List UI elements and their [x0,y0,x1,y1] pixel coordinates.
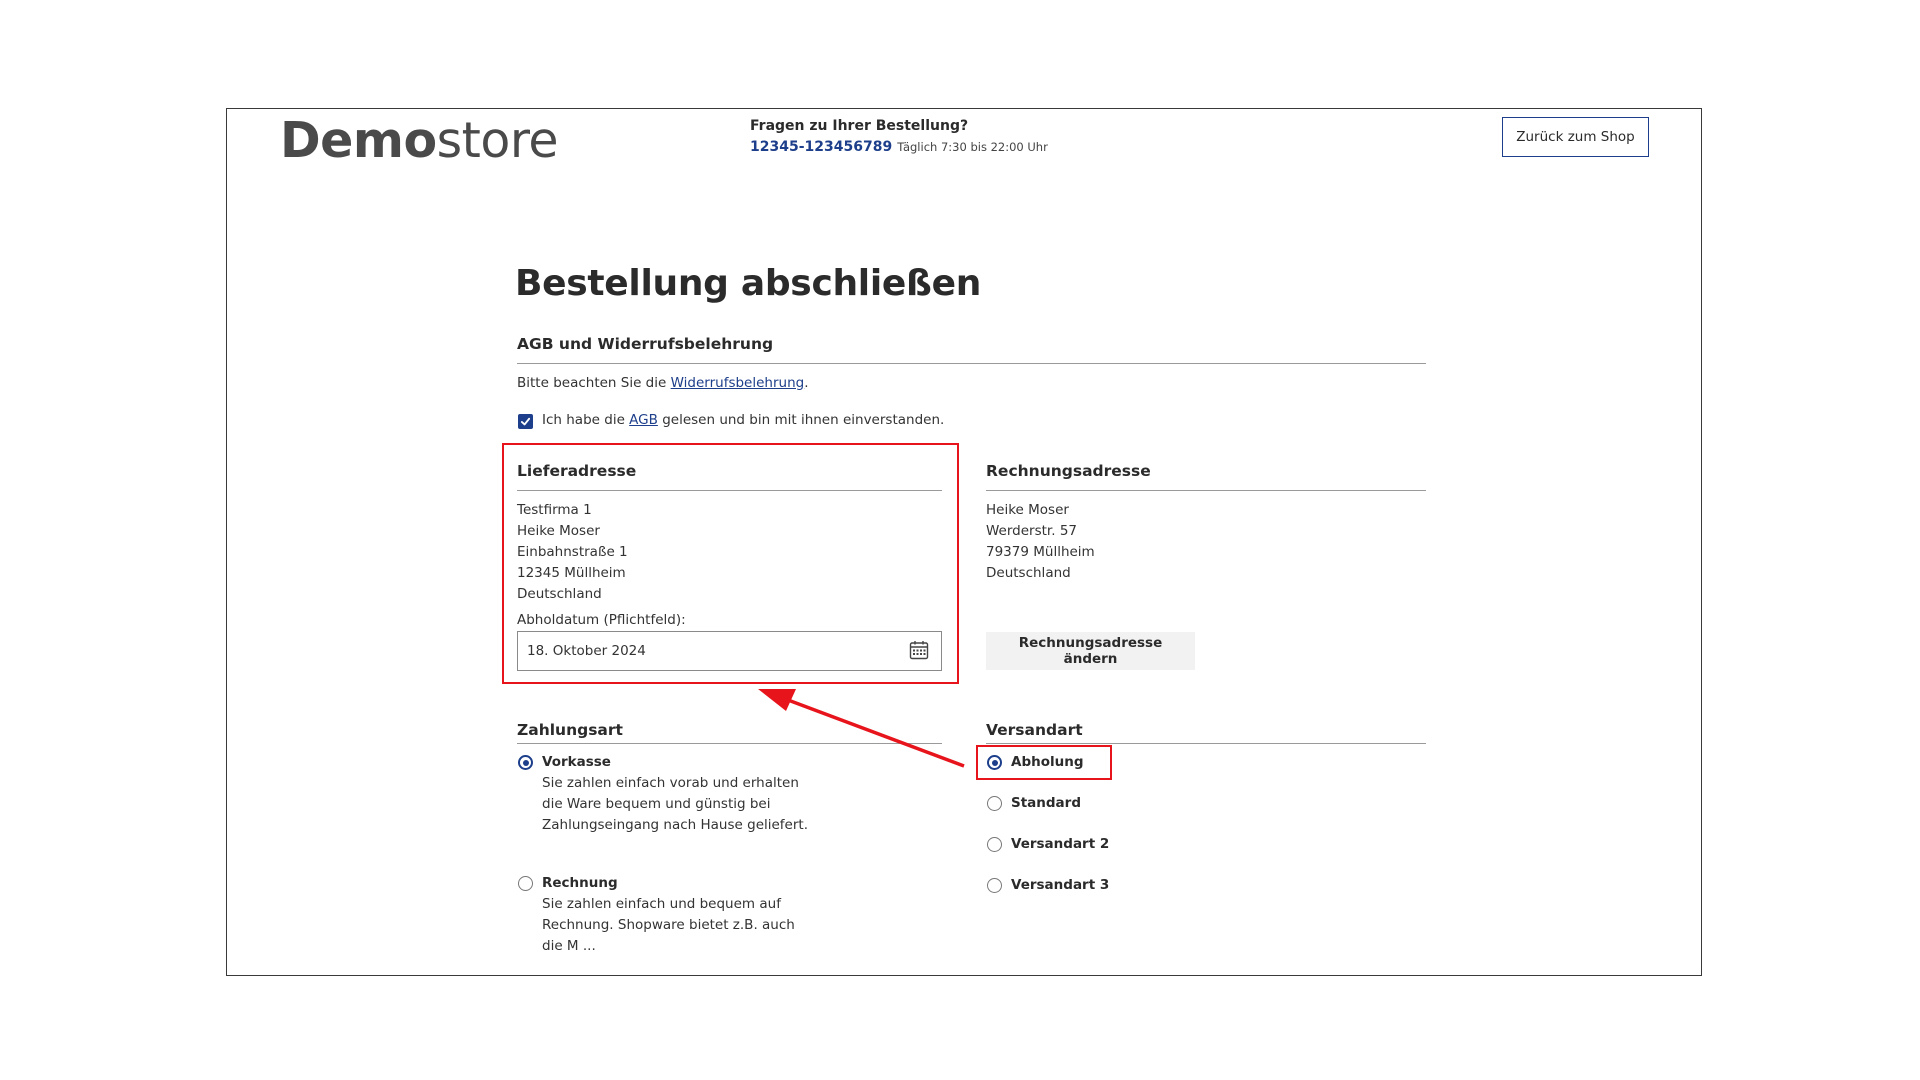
revocation-notice: Bitte beachten Sie die Widerrufsbelehrun… [517,375,809,391]
shipping-radio-versandart-2[interactable] [987,837,1002,852]
description-line: Sie zahlen einfach vorab und erhalten [542,775,799,791]
billing-address-line: 79379 Müllheim [986,544,1095,560]
back-to-shop-button[interactable]: Zurück zum Shop [1502,117,1649,157]
shipping-radio-abholung[interactable] [987,755,1002,770]
revocation-notice-prefix: Bitte beachten Sie die [517,375,671,391]
pickup-date-input[interactable] [517,631,942,671]
revocation-notice-suffix: . [804,375,809,391]
payment-divider [517,743,942,744]
hotline-hours: Täglich 7:30 bis 22:00 Uhr [897,140,1048,154]
terms-divider [517,363,1426,364]
shipping-method-divider [986,743,1426,744]
agb-consent-label: Ich habe die AGB gelesen und bin mit ihn… [542,412,944,428]
hotline-question: Fragen zu Ihrer Bestellung? [750,118,969,134]
store-logo[interactable]: Demostore [280,109,559,173]
calendar-icon[interactable] [909,640,929,660]
agb-checkbox[interactable] [518,414,533,429]
description-line: Zahlungseingang nach Hause geliefert. [542,817,808,833]
payment-description-rechnung: Sie zahlen einfach und bequem auf Rechnu… [542,894,795,957]
agb-consent-prefix: Ich habe die [542,412,630,428]
billing-address-title: Rechnungsadresse [986,462,1151,480]
shipping-label-abholung[interactable]: Abholung [1011,754,1084,770]
revocation-link[interactable]: Widerrufsbelehrung [671,375,805,391]
pickup-date-label: Abholdatum (Pflichtfeld): [517,612,686,628]
description-line: die Ware bequem und günstig bei [542,796,771,812]
logo-light-part: store [436,112,559,169]
change-billing-address-button[interactable]: Rechnungsadresse ändern [986,632,1195,670]
shipping-address-title: Lieferadresse [517,462,637,480]
check-icon [520,417,531,426]
shipping-radio-versandart-3[interactable] [987,878,1002,893]
shipping-address-line: Heike Moser [517,523,600,539]
description-line: Sie zahlen einfach und bequem auf [542,896,781,912]
shipping-address-line: Einbahnstraße 1 [517,544,628,560]
terms-section-title: AGB und Widerrufsbelehrung [517,335,774,353]
shipping-label-versandart-3[interactable]: Versandart 3 [1011,877,1109,893]
payment-radio-rechnung[interactable] [518,876,533,891]
description-line: die M ... [542,938,596,954]
shipping-radio-standard[interactable] [987,796,1002,811]
shipping-address-line: Testfirma 1 [517,502,592,518]
billing-address-block: Heike Moser Werderstr. 57 79379 Müllheim… [986,500,1095,584]
shipping-address-line: 12345 Müllheim [517,565,626,581]
shipping-label-versandart-2[interactable]: Versandart 2 [1011,836,1109,852]
payment-section-title: Zahlungsart [517,721,623,739]
hotline-phone-link[interactable]: 12345-123456789 [750,139,892,155]
checkout-page-frame: Demostore Fragen zu Ihrer Bestellung? 12… [226,108,1702,976]
billing-address-divider [986,490,1426,491]
page-title: Bestellung abschließen [515,263,982,304]
agb-link[interactable]: AGB [629,412,658,428]
payment-radio-vorkasse[interactable] [518,755,533,770]
logo-bold-part: Demo [280,112,437,169]
shipping-address-divider [517,490,942,491]
billing-address-line: Heike Moser [986,502,1069,518]
shipping-address-line: Deutschland [517,586,602,602]
payment-label-vorkasse[interactable]: Vorkasse [542,754,611,770]
billing-address-line: Werderstr. 57 [986,523,1077,539]
hotline-info: Fragen zu Ihrer Bestellung? 12345-123456… [750,118,1048,155]
shipping-address-block: Testfirma 1 Heike Moser Einbahnstraße 1 … [517,500,628,605]
billing-address-line: Deutschland [986,565,1071,581]
shipping-label-standard[interactable]: Standard [1011,795,1081,811]
payment-label-rechnung[interactable]: Rechnung [542,875,618,891]
shipping-method-section-title: Versandart [986,721,1083,739]
description-line: Rechnung. Shopware bietet z.B. auch [542,917,795,933]
payment-description-vorkasse: Sie zahlen einfach vorab und erhalten di… [542,773,808,836]
agb-consent-suffix: gelesen und bin mit ihnen einverstanden. [657,412,945,428]
